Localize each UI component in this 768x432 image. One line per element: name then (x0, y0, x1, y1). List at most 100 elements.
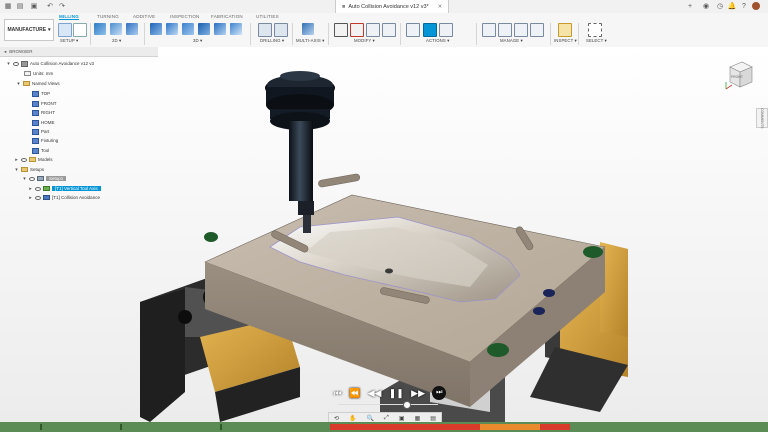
machine-library-icon[interactable] (514, 23, 528, 37)
skip-to-start-icon[interactable]: ⏮ (334, 388, 342, 399)
select-icon[interactable] (588, 23, 602, 37)
tree-item-models[interactable]: ▸ Models (14, 155, 52, 164)
template-library-icon[interactable] (498, 23, 512, 37)
viewcube[interactable]: FRONT (722, 57, 758, 93)
setup-sheet-icon[interactable] (73, 23, 87, 37)
chevron-right-icon[interactable]: ▸ (14, 157, 19, 163)
previous-icon[interactable]: ◀◀ (368, 388, 382, 399)
skip-to-end-icon[interactable]: ⏭ (432, 386, 447, 400)
3d-adaptive-icon[interactable] (150, 23, 162, 35)
step-back-icon[interactable]: ⏪ (349, 388, 360, 399)
playback-slider-track[interactable] (338, 404, 438, 405)
job-status-icon[interactable]: ◷ (716, 2, 724, 10)
save-icon[interactable]: ▣ (30, 2, 38, 10)
chevron-down-icon[interactable]: ◂ (4, 49, 6, 55)
tree-root[interactable]: ▾ Auto Collision Avoidance v12 v3 (6, 59, 94, 68)
tab-turning[interactable]: TURNING (97, 14, 119, 19)
group-manage[interactable]: MANAGE ▾ (500, 38, 523, 44)
tree-item-view-fixturing[interactable]: Fixturing (32, 136, 58, 145)
parallel-icon[interactable] (230, 23, 242, 35)
scissors-icon[interactable] (334, 23, 348, 37)
steep-shallow-icon[interactable] (182, 23, 194, 35)
contour-icon[interactable] (214, 23, 226, 35)
tree-item-op-vertical-tool-axis[interactable]: ▸ [T1] Vertical Tool Axis (28, 184, 101, 193)
bore-icon[interactable] (274, 23, 288, 37)
tree-item-op-collision-avoidance[interactable]: ▸ [T1] Collision Avoidance (28, 193, 100, 202)
measure-icon[interactable] (558, 23, 572, 37)
post-process-icon[interactable] (439, 23, 453, 37)
extensions-icon[interactable]: ◉ (702, 2, 710, 10)
group-select[interactable]: SELECT ▾ (586, 38, 607, 44)
tab-inspection[interactable]: INSPECTION (170, 14, 200, 19)
visibility-icon[interactable] (35, 195, 41, 200)
viewports-icon[interactable]: ▤ (430, 415, 436, 422)
tree-item-view-right[interactable]: RIGHT (32, 108, 55, 117)
avatar[interactable] (752, 2, 760, 10)
group-3d[interactable]: 3D ▾ (193, 38, 202, 44)
tree-item-view-part[interactable]: Part (32, 127, 49, 136)
grid-icon[interactable]: ▦ (4, 2, 12, 10)
chevron-down-icon[interactable]: ▾ (16, 81, 21, 87)
chevron-right-icon[interactable]: ▸ (28, 195, 33, 201)
tree-item-view-home[interactable]: HOME (32, 118, 55, 127)
visibility-icon[interactable] (21, 157, 27, 162)
visibility-icon[interactable] (29, 176, 35, 181)
fit-icon[interactable]: ⤢ (384, 415, 389, 422)
orbit-icon[interactable]: ⟲ (334, 415, 339, 422)
tab-milling[interactable]: MILLING (59, 14, 79, 20)
pocket-clearing-icon[interactable] (166, 23, 178, 35)
tab-utilities[interactable]: UTILITIES (256, 14, 279, 19)
playback-slider-handle[interactable] (403, 401, 411, 409)
2d-pocket-icon[interactable] (110, 23, 122, 35)
generate-icon[interactable] (406, 23, 420, 37)
grid-settings-icon[interactable]: ▦ (415, 415, 421, 422)
undo-icon[interactable]: ↶ (46, 2, 54, 10)
notification-icon[interactable]: 🔔 (728, 2, 737, 10)
chevron-down-icon[interactable]: ▾ (14, 167, 19, 173)
visibility-icon[interactable] (35, 186, 41, 191)
group-inspect[interactable]: INSPECT ▾ (554, 38, 577, 44)
drill-icon[interactable] (258, 23, 272, 37)
group-actions[interactable]: ACTIONS ▾ (426, 38, 449, 44)
file-icon[interactable]: ▤ (16, 2, 24, 10)
scallop-icon[interactable] (198, 23, 210, 35)
tab-additive[interactable]: ADDITIVE (133, 14, 155, 19)
delete-toolpath-icon[interactable] (350, 23, 364, 37)
tab-fabrication[interactable]: FABRICATION (211, 14, 243, 19)
new-setup-icon[interactable] (58, 23, 72, 37)
tree-item-setups[interactable]: ▾ Setups (14, 165, 44, 174)
comments-panel-toggle[interactable]: COMMENTS (756, 108, 768, 128)
next-icon[interactable]: ▶▶ (411, 388, 425, 399)
visibility-icon[interactable] (13, 61, 19, 66)
close-icon[interactable]: ✕ (438, 4, 443, 10)
zoom-icon[interactable]: 🔍 (367, 415, 374, 422)
tree-item-view-tool[interactable]: Tool (32, 146, 49, 155)
group-modify[interactable]: MODIFY ▾ (354, 38, 375, 44)
face-icon[interactable] (126, 23, 138, 35)
group-drilling[interactable]: DRILLING ▾ (260, 38, 284, 44)
redo-icon[interactable]: ↷ (58, 2, 66, 10)
chevron-down-icon[interactable]: ▾ (22, 176, 27, 182)
tree-item-view-top[interactable]: TOP (32, 89, 50, 98)
post-library-icon[interactable] (530, 23, 544, 37)
multi-axis-icon[interactable] (302, 23, 314, 35)
add-tab-icon[interactable]: + (686, 2, 694, 10)
move-icon[interactable] (382, 23, 396, 37)
pause-icon[interactable]: ❚❚ (389, 388, 404, 399)
group-2d[interactable]: 2D ▾ (112, 38, 121, 44)
group-setup[interactable]: SETUP ▾ (60, 38, 78, 44)
chevron-right-icon[interactable]: ▸ (28, 186, 33, 192)
group-multi-axis[interactable]: MULTI-AXIS ▾ (296, 38, 324, 44)
tree-item-setup1[interactable]: ▾ Setup1 (22, 174, 67, 183)
tree-item-units[interactable]: Units: mm (24, 69, 53, 78)
tree-item-named-views[interactable]: ▾ Named Views (16, 79, 59, 88)
tree-item-view-front[interactable]: FRONT (32, 99, 57, 108)
pan-icon[interactable]: ✋ (349, 415, 356, 422)
help-icon[interactable]: ? (740, 2, 748, 10)
2d-adaptive-icon[interactable] (94, 23, 106, 35)
display-settings-icon[interactable]: ▣ (399, 415, 405, 422)
document-tab[interactable]: ■ Auto Collision Avoidance v12 v3* ✕ (335, 0, 450, 13)
simulate-icon[interactable] (423, 23, 437, 37)
tool-library-icon[interactable] (482, 23, 496, 37)
timeline-bar[interactable] (0, 422, 768, 432)
